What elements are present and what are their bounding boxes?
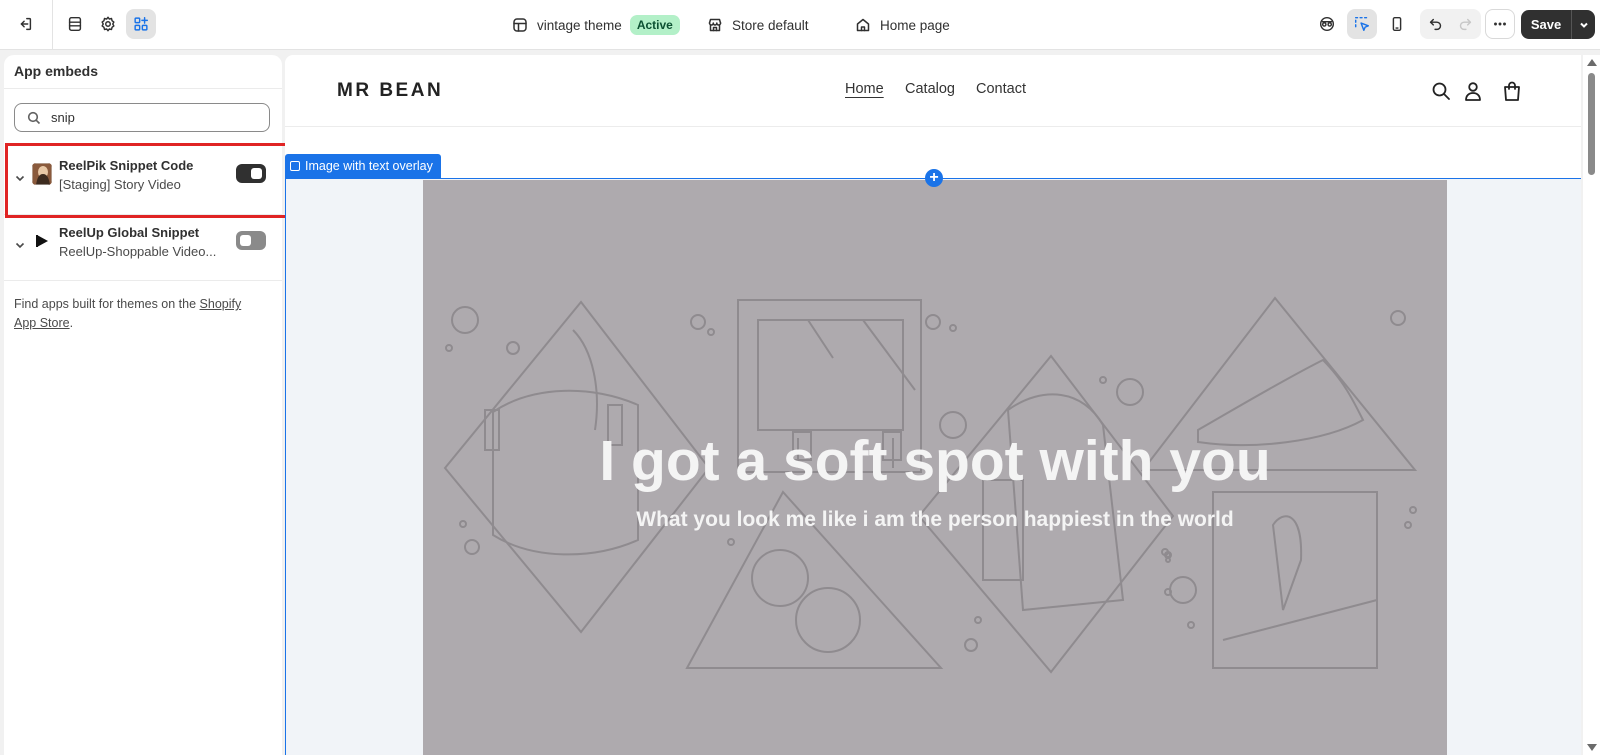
store-logo[interactable]: MR BEAN: [337, 80, 443, 102]
select-element-button[interactable]: [1347, 9, 1377, 39]
theme-name: vintage theme: [537, 17, 622, 33]
search-box[interactable]: [14, 103, 270, 132]
cart-icon[interactable]: [1501, 80, 1523, 102]
search-icon: [27, 111, 41, 124]
nav-contact[interactable]: Contact: [976, 81, 1026, 97]
preview-scrollbar[interactable]: [1583, 55, 1600, 755]
sections-button[interactable]: [60, 9, 90, 39]
store-preview: MR BEAN Home Catalog Contact Image with …: [285, 55, 1581, 755]
store-icon: [708, 18, 722, 32]
add-section-button[interactable]: +: [925, 169, 943, 187]
panel-title: App embeds: [14, 63, 99, 79]
chevron-down-icon: [15, 242, 25, 249]
ellipsis-icon: [1494, 22, 1506, 26]
save-options-button[interactable]: [1571, 10, 1595, 39]
theme-icon: [513, 18, 527, 32]
reelup-app-icon: [32, 230, 52, 252]
mobile-preview-button[interactable]: [1382, 9, 1412, 39]
page-selector[interactable]: Home page: [855, 14, 950, 36]
divider: [4, 280, 282, 281]
editor-topbar: vintage theme Active Store default Home …: [0, 0, 1600, 50]
scroll-up-arrow[interactable]: [1587, 59, 1597, 66]
inspector-icon: [1319, 16, 1335, 32]
divider: [4, 88, 282, 89]
app-embeds-button[interactable]: [126, 9, 156, 39]
reelpik-app-icon: [32, 163, 52, 185]
chevron-down-icon: [1579, 22, 1588, 28]
more-actions-button[interactable]: [1485, 9, 1515, 39]
scroll-thumb[interactable]: [1588, 73, 1595, 175]
topbar-divider: [52, 0, 53, 50]
scroll-down-arrow[interactable]: [1587, 744, 1597, 751]
embed-enabled-toggle[interactable]: [236, 231, 266, 250]
nav-home[interactable]: Home: [845, 81, 884, 97]
store-context-label: Store default: [732, 17, 809, 33]
app-embeds-panel: App embeds ReelPik Snippet Code [Staging…: [4, 55, 282, 755]
account-icon[interactable]: [1462, 80, 1484, 102]
theme-settings-button[interactable]: [93, 9, 123, 39]
embed-item-reelup: ReelUp Global Snippet ReelUp-Shoppable V…: [4, 215, 282, 279]
sections-icon: [68, 16, 82, 32]
undo-icon: [1429, 18, 1442, 31]
redo-icon: [1459, 18, 1472, 31]
search-input[interactable]: [51, 110, 241, 125]
embed-item-reelpik: ReelPik Snippet Code [Staging] Story Vid…: [4, 148, 282, 212]
embed-name: ReelUp Global Snippet: [59, 225, 200, 240]
theme-selector[interactable]: vintage theme Active: [512, 14, 680, 36]
chevron-down-icon: [15, 175, 25, 182]
store-header: MR BEAN Home Catalog Contact: [285, 55, 1581, 127]
gear-icon: [101, 16, 115, 32]
embed-enabled-toggle[interactable]: [236, 164, 266, 183]
save-button[interactable]: Save: [1521, 10, 1571, 39]
redo-button[interactable]: [1450, 9, 1480, 39]
hero-subtitle[interactable]: What you look me like i am the person ha…: [423, 508, 1447, 532]
search-icon[interactable]: [1430, 80, 1452, 102]
apps-icon: [134, 16, 149, 31]
store-context-selector[interactable]: Store default: [707, 14, 809, 36]
hero-image-banner[interactable]: I got a soft spot with you What you look…: [423, 180, 1447, 755]
find-apps-help: Find apps built for themes on the Shopif…: [14, 297, 242, 330]
undo-button[interactable]: [1421, 9, 1451, 39]
embed-subtitle: [Staging] Story Video: [59, 177, 181, 192]
page-context-label: Home page: [880, 17, 950, 33]
hero-title[interactable]: I got a soft spot with you: [423, 428, 1447, 494]
nav-catalog[interactable]: Catalog: [905, 81, 955, 97]
section-label[interactable]: Image with text overlay: [285, 154, 441, 178]
cursor-select-icon: [1354, 16, 1370, 32]
expand-toggle[interactable]: [14, 238, 26, 250]
mobile-icon: [1392, 16, 1402, 32]
expand-toggle[interactable]: [14, 171, 26, 183]
home-icon: [856, 18, 870, 32]
theme-status-badge: Active: [629, 15, 680, 35]
image-icon: [290, 161, 300, 171]
embed-subtitle: ReelUp-Shoppable Video...: [59, 244, 217, 259]
exit-icon: [20, 17, 32, 31]
embed-name: ReelPik Snippet Code: [59, 158, 194, 173]
inspector-button[interactable]: [1312, 9, 1342, 39]
exit-button[interactable]: [10, 9, 40, 39]
